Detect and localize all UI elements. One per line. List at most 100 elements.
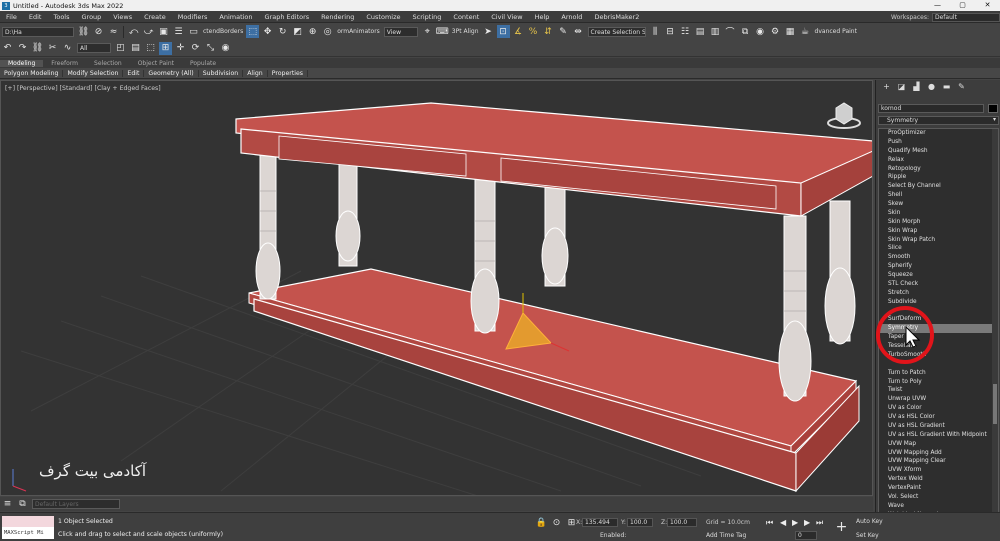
modifier-list-dropdown[interactable]: Symmetry (878, 116, 999, 125)
tab-modeling[interactable]: Modeling (0, 59, 44, 67)
angle-snap-icon[interactable]: ∡ (512, 25, 525, 38)
modifier-list-item[interactable]: Turn to Poly (879, 378, 998, 387)
tab-object-paint[interactable]: Object Paint (130, 60, 182, 67)
previous-frame-icon[interactable]: ◀ (780, 518, 786, 527)
window-crossing-icon[interactable]: ⬚ (246, 25, 260, 38)
add-time-tag[interactable]: Add Time Tag (706, 532, 746, 539)
move-icon[interactable]: ✛ (174, 42, 187, 55)
modifier-list-item[interactable]: Subdivide (879, 298, 998, 307)
modifier-list-item[interactable]: Relax (879, 156, 998, 165)
ribbon-align[interactable]: Align (243, 69, 268, 77)
menu-content[interactable]: Content (447, 13, 485, 21)
layers-icon[interactable]: ≡ (1, 498, 14, 511)
modifier-list-item[interactable]: Skin Wrap Patch (879, 236, 998, 245)
tab-freeform[interactable]: Freeform (43, 60, 86, 67)
ribbon-geometry[interactable]: Geometry (All) (144, 69, 199, 77)
x-coordinate-field[interactable]: 135.494 (582, 518, 618, 527)
menu-file[interactable]: File (0, 13, 23, 21)
eye-icon[interactable]: ◉ (219, 42, 232, 55)
close-button[interactable]: ✕ (975, 0, 1000, 11)
placement-icon[interactable]: ⊕ (306, 25, 319, 38)
render-setup-icon[interactable]: ⚙ (769, 25, 782, 38)
ribbon-icon[interactable]: ▥ (709, 25, 722, 38)
menu-modifiers[interactable]: Modifiers (172, 13, 214, 21)
select-rotate-icon[interactable]: ↻ (276, 25, 289, 38)
auto-key-button[interactable]: Auto Key (856, 518, 883, 525)
redo-history-icon[interactable]: ⤻ (142, 25, 155, 38)
next-frame-icon[interactable]: ▶ (804, 518, 810, 527)
percent-snap-icon[interactable]: % (527, 25, 540, 38)
edit-named-selection-icon[interactable]: ✎ (557, 25, 570, 38)
pivot-center-icon[interactable]: ◎ (321, 25, 334, 38)
tab-populate[interactable]: Populate (182, 60, 224, 67)
go-to-end-icon[interactable]: ⏭ (816, 518, 823, 528)
select-object-icon[interactable]: ▣ (157, 25, 170, 38)
menu-graph-editors[interactable]: Graph Editors (259, 13, 316, 21)
advanced-paint-label[interactable]: dvanced Paint (815, 28, 857, 35)
maxscript-input[interactable]: MAXScript Mi (2, 527, 54, 539)
material-editor-icon[interactable]: ◉ (754, 25, 767, 38)
rect-selection-icon[interactable]: ▭ (187, 25, 200, 38)
modifier-list-item[interactable]: Ripple (879, 173, 998, 182)
modifier-list-item[interactable]: Shell (879, 191, 998, 200)
toggle-scene-explorer-icon[interactable]: ☷ (679, 25, 692, 38)
select-scale-icon[interactable]: ◩ (291, 25, 304, 38)
menu-arnold[interactable]: Arnold (555, 13, 588, 21)
region-select-icon[interactable]: ⬚ (144, 42, 157, 55)
maxscript-output[interactable] (2, 516, 54, 527)
curve-editor-icon[interactable]: ⌒ (724, 25, 737, 38)
current-frame-field[interactable]: 0 (795, 531, 817, 540)
modifier-list-item[interactable]: Vertex Weld (879, 475, 998, 484)
object-color-swatch[interactable] (988, 104, 998, 113)
mirror-tool-icon[interactable]: ⫼ (649, 25, 662, 38)
modifier-list-item[interactable]: UV as HSL Gradient (879, 422, 998, 431)
menu-civil-view[interactable]: Civil View (485, 13, 528, 21)
bind-space-warp-icon[interactable]: ≈ (107, 25, 120, 38)
modifier-list-item[interactable]: Spherify (879, 262, 998, 271)
align-label[interactable]: 3Pt Align (452, 28, 479, 35)
menu-edit[interactable]: Edit (23, 13, 48, 21)
modifier-list-scrollbar[interactable] (992, 129, 998, 540)
cursor-icon[interactable]: ➤ (482, 25, 495, 38)
motion-tab-icon[interactable]: ● (924, 82, 939, 91)
mirror-icon[interactable]: ⇹ (572, 25, 585, 38)
menu-debrismaker[interactable]: DebrisMaker2 (588, 13, 645, 21)
spinner-snap-icon[interactable]: ⇵ (542, 25, 555, 38)
modify-tab-icon[interactable]: ◪ (894, 82, 909, 91)
modifier-list-item[interactable]: Smooth (879, 253, 998, 262)
modifier-list-item[interactable]: UVW Xform (879, 466, 998, 475)
modifier-list-item[interactable]: Wave (879, 502, 998, 511)
workspaces-dropdown[interactable]: Default (932, 12, 1000, 22)
menu-help[interactable]: Help (529, 13, 556, 21)
play-icon[interactable]: ▶ (792, 518, 798, 527)
modifier-list-item[interactable]: Select By Channel (879, 182, 998, 191)
modifier-list-item[interactable]: Turn to Patch (879, 369, 998, 378)
term-animators-label[interactable]: ormAnimators (337, 28, 380, 35)
menu-create[interactable]: Create (138, 13, 172, 21)
modifier-list-item[interactable]: VertexPaint (879, 484, 998, 493)
render-frame-icon[interactable]: ▦ (784, 25, 797, 38)
project-path-dropdown[interactable]: D:\Ha (2, 26, 74, 37)
modifier-list-item[interactable]: Skin Morph (879, 218, 998, 227)
y-coordinate-field[interactable]: 100.0 (627, 518, 653, 527)
modifier-list-item[interactable]: Slice (879, 244, 998, 253)
extend-borders-label[interactable]: ctendBorders (203, 28, 243, 35)
toggle-layer-explorer-icon[interactable]: ▤ (694, 25, 707, 38)
select-link-icon[interactable]: ⛓ (31, 42, 44, 55)
unlink-selection-icon[interactable]: ✂ (46, 42, 59, 55)
select-by-name-icon-2[interactable]: ▤ (129, 42, 142, 55)
bind-icon[interactable]: ∿ (61, 42, 74, 55)
menu-animation[interactable]: Animation (213, 13, 258, 21)
modifier-list-item[interactable]: Push (879, 138, 998, 147)
modifier-list-item[interactable]: Retopology (879, 165, 998, 174)
go-to-start-icon[interactable]: ⏮ (766, 518, 773, 528)
snap-toggle-icon[interactable]: ⊡ (496, 25, 510, 38)
create-tab-icon[interactable]: + (879, 82, 894, 91)
maxscript-listener[interactable]: MAXScript Mi (2, 516, 54, 540)
scrollbar-thumb[interactable] (993, 384, 997, 424)
menu-group[interactable]: Group (76, 13, 108, 21)
tab-selection[interactable]: Selection (86, 60, 130, 67)
menu-rendering[interactable]: Rendering (315, 13, 360, 21)
isolate-icon[interactable]: ⊙ (550, 516, 563, 529)
selection-filter-dropdown[interactable]: All (77, 43, 111, 53)
